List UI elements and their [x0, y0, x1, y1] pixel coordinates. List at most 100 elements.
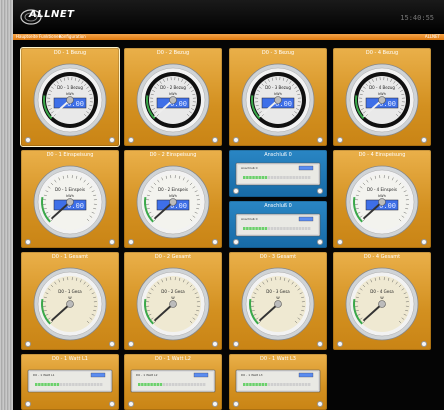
strip-segment [243, 383, 246, 386]
settings-icon[interactable] [109, 341, 115, 347]
info-icon[interactable] [128, 239, 134, 245]
strip-segment [255, 227, 258, 230]
gauge: D0 - 2 BezugkWh0.00 [136, 63, 210, 137]
strip-segment [249, 176, 252, 179]
widget-tile[interactable]: D0 - 1 Watt L2 D0 - 1 Watt L2 [124, 354, 222, 410]
settings-icon[interactable] [109, 137, 115, 143]
strip-segment [255, 383, 258, 386]
gauge: D0 - 1 BezugkWh0.00 [33, 63, 107, 137]
strip-segment [295, 227, 299, 230]
widget-tile[interactable]: D0 - 1 Watt L1 D0 - 1 Watt L1 [21, 354, 119, 410]
settings-icon[interactable] [317, 239, 323, 245]
settings-icon[interactable] [109, 401, 115, 407]
strip-segment [159, 383, 163, 386]
strip-segment [190, 383, 194, 386]
strip-segment [289, 176, 292, 179]
strip-segment [261, 383, 265, 386]
info-icon[interactable] [337, 341, 343, 347]
widget-tile[interactable]: Anschluß 0 Anschluß 0 [229, 201, 327, 248]
info-icon[interactable] [233, 137, 239, 143]
strip-segment [141, 383, 144, 386]
widget-tile[interactable]: D0 - 3 Bezug D0 - 3 Bezug kWh 0.00 [229, 48, 327, 146]
info-icon[interactable] [25, 341, 31, 347]
meter-strip: D0 - 1 Watt L1 [27, 369, 113, 393]
widget-tile[interactable]: D0 - 4 Einspeisung D0 - 4 Einspeis kWh 0.00 [333, 150, 431, 248]
strip-segment [301, 176, 305, 179]
settings-icon[interactable] [109, 239, 115, 245]
widget-tile[interactable]: D0 - 2 Bezug D0 - 2 Bezug kWh 0.00 [124, 48, 222, 146]
gauge: D0 - 4 EinspeiskWh0.00 [345, 165, 419, 239]
gauge-label: D0 - 2 Gesa [161, 289, 185, 294]
strip-segment [246, 176, 249, 179]
strip-segment [267, 227, 271, 230]
strip-segment [295, 383, 299, 386]
strip-lcd [298, 165, 314, 171]
strip-segment [38, 383, 41, 386]
strip-segment [165, 383, 169, 386]
info-icon[interactable] [233, 188, 239, 194]
settings-icon[interactable] [212, 401, 218, 407]
info-icon[interactable] [25, 239, 31, 245]
settings-icon[interactable] [317, 188, 323, 194]
widget-tile[interactable]: D0 - 3 Gesamt D0 - 3 Gesa W [229, 252, 327, 350]
strip-segment [84, 383, 87, 386]
brand-logo-text: ALLNET [29, 9, 75, 20]
info-icon[interactable] [25, 137, 31, 143]
info-icon[interactable] [128, 341, 134, 347]
info-icon[interactable] [233, 341, 239, 347]
strip-segment [298, 383, 302, 386]
settings-icon[interactable] [317, 401, 323, 407]
widget-tile[interactable]: D0 - 1 Bezug D0 - 1 Bezug kWh 0.00 [20, 47, 120, 147]
info-icon[interactable] [337, 137, 343, 143]
settings-icon[interactable] [421, 239, 427, 245]
gauge: D0 - 3 BezugkWh0.00 [241, 63, 315, 137]
strip-segment [69, 383, 72, 386]
strip-segment [184, 383, 187, 386]
strip-segment [59, 383, 63, 386]
widget-tile[interactable]: D0 - 1 Einspeisung D0 - 1 Einspeis kWh 0.00 [21, 150, 119, 248]
settings-icon[interactable] [421, 137, 427, 143]
settings-icon[interactable] [317, 341, 323, 347]
gauge-hub [274, 96, 282, 104]
gauge-unit: W [276, 296, 280, 300]
info-icon[interactable] [233, 401, 239, 407]
gauge-label: D0 - 1 Gesa [58, 289, 82, 294]
strip-segment [62, 383, 66, 386]
widget-tile[interactable]: Anschluß 0 Anschluß 0 [229, 150, 327, 197]
settings-icon[interactable] [421, 341, 427, 347]
settings-icon[interactable] [212, 341, 218, 347]
strip-segment [147, 383, 150, 386]
strip-segment [280, 227, 283, 230]
strip-segment [144, 383, 147, 386]
widget-tile[interactable]: D0 - 2 Einspeisung D0 - 2 Einspeis kWh 0.00 [124, 150, 222, 248]
strip-segment [292, 383, 295, 386]
strip-segment [298, 227, 302, 230]
info-icon[interactable] [128, 401, 134, 407]
strip-segment [292, 176, 295, 179]
gauge-unit: kWh [378, 92, 386, 96]
info-icon[interactable] [337, 239, 343, 245]
meter-strip: Anschluß 0 [235, 162, 321, 186]
widget-tile[interactable]: D0 - 1 Gesamt D0 - 1 Gesa W [21, 252, 119, 350]
strip-lcd [90, 372, 106, 378]
info-icon[interactable] [233, 239, 239, 245]
strip-lcd [298, 372, 314, 378]
info-icon[interactable] [25, 401, 31, 407]
widget-tile[interactable]: D0 - 1 Watt L3 D0 - 1 Watt L3 [229, 354, 327, 410]
gauge-unit: kWh [378, 194, 386, 198]
gauge: D0 - 4 BezugkWh0.00 [345, 63, 419, 137]
strip-label: Anschluß 0 [241, 217, 258, 221]
settings-icon[interactable] [317, 137, 323, 143]
info-icon[interactable] [128, 137, 134, 143]
strip-segment [264, 383, 268, 386]
settings-icon[interactable] [212, 137, 218, 143]
widget-tile[interactable]: D0 - 2 Gesamt D0 - 2 Gesa W [124, 252, 222, 350]
widget-tile[interactable]: D0 - 4 Gesamt D0 - 4 Gesa W [333, 252, 431, 350]
widget-tile[interactable]: D0 - 4 Bezug D0 - 4 Bezug kWh 0.00 [333, 48, 431, 146]
settings-icon[interactable] [212, 239, 218, 245]
strip-segment [295, 176, 299, 179]
strip-segment [44, 383, 47, 386]
gauge-hub [66, 96, 74, 104]
strip-segment [153, 383, 156, 386]
gauge-hub [378, 300, 386, 308]
